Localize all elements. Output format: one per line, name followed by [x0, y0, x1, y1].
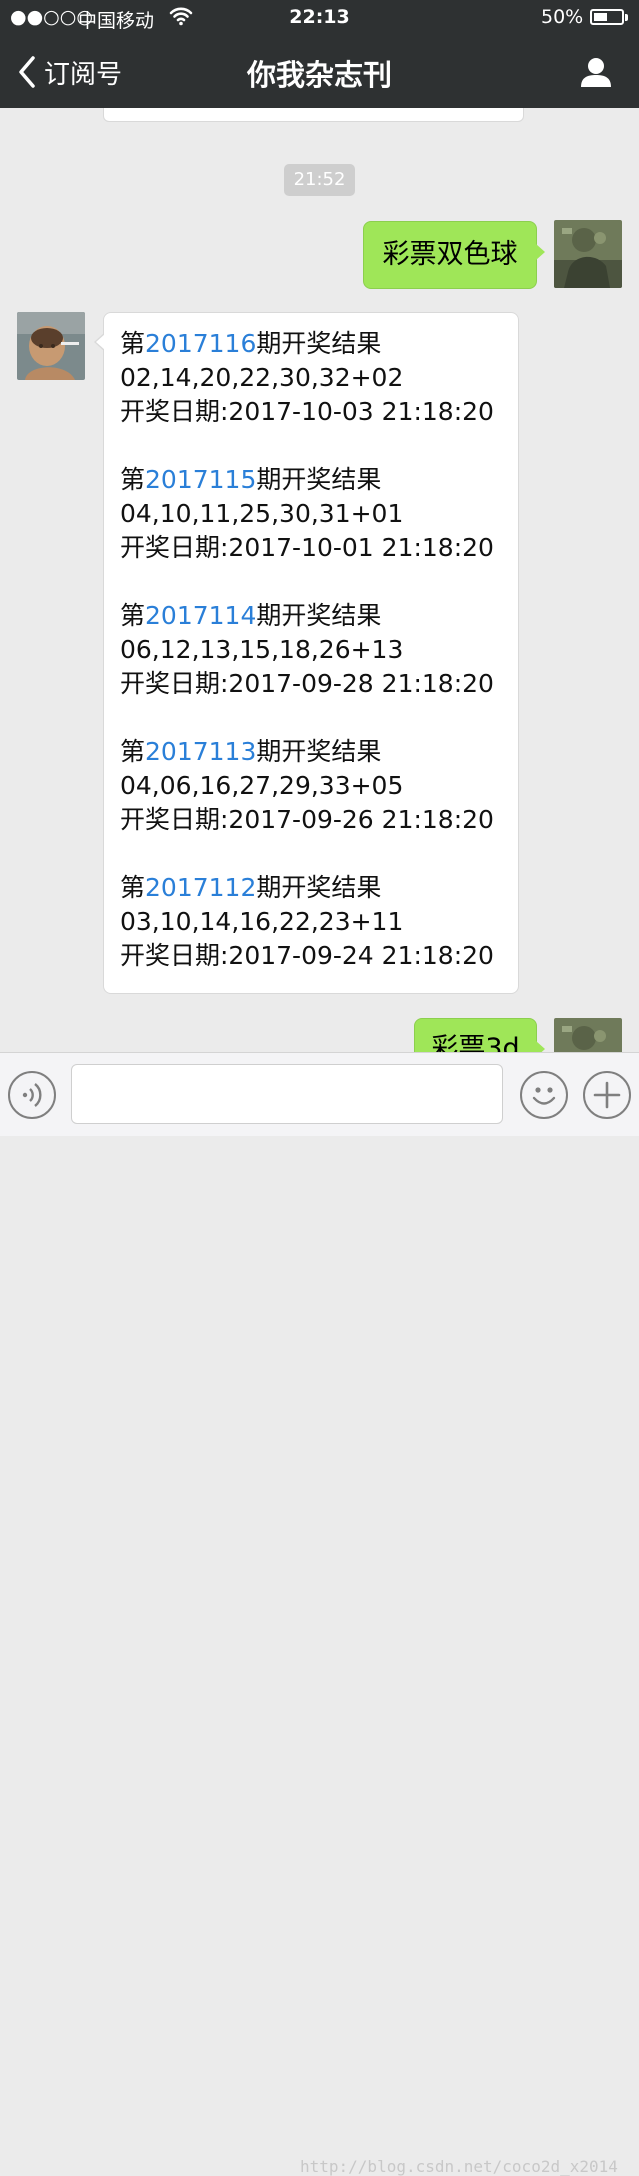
sent-message-bubble[interactable]: 彩票3d: [414, 1018, 545, 1052]
winning-numbers: 04,06,16,27,29,33+05: [120, 771, 404, 800]
watermark: http://blog.csdn.net/coco2d_x2014: [300, 2157, 618, 2176]
user-avatar[interactable]: [554, 220, 622, 288]
lottery-result: 第2017113期开奖结果 04,06,16,27,29,33+05 开奖日期:…: [120, 735, 502, 837]
result-prefix: 第: [120, 873, 146, 902]
draw-date: 开奖日期:2017-10-01 21:18:20: [120, 533, 494, 562]
result-prefix: 第: [120, 737, 146, 766]
more-button[interactable]: [583, 1071, 631, 1119]
lottery-result: 第2017116期开奖结果 02,14,20,22,30,32+02 开奖日期:…: [120, 327, 502, 429]
result-title: 第2017116期开奖结果: [120, 327, 502, 361]
battery-percent: 50%: [541, 6, 584, 28]
status-bar: ●●○○○ 中国移动 22:13 50%: [0, 0, 639, 36]
winning-numbers: 02,14,20,22,30,32+02: [120, 363, 404, 392]
received-message-bubble[interactable]: 第2017116期开奖结果 02,14,20,22,30,32+02 开奖日期:…: [94, 312, 519, 994]
user-avatar[interactable]: [554, 1018, 622, 1052]
lottery-result: 第2017115期开奖结果 04,10,11,25,30,31+01 开奖日期:…: [120, 463, 502, 565]
sent-message-bubble[interactable]: 彩票双色球: [363, 221, 545, 289]
draw-date: 开奖日期:2017-09-24 21:18:20: [120, 941, 494, 970]
result-suffix: 期开奖结果: [256, 465, 382, 494]
result-suffix: 期开奖结果: [256, 329, 382, 358]
emoji-icon: [532, 1087, 556, 1105]
battery-fill: [594, 13, 607, 21]
result-title: 第2017113期开奖结果: [120, 735, 502, 769]
chat-area[interactable]: 21:52 彩票双色球 第2017116期开奖结果 02,14,20,22,30…: [0, 108, 639, 1052]
sent-message-text: 彩票3d: [431, 1033, 520, 1052]
issue-number-link[interactable]: 2017113: [145, 737, 256, 766]
message-timestamp: 21:52: [284, 164, 355, 196]
sent-message-text: 彩票双色球: [382, 239, 518, 270]
issue-number-link[interactable]: 2017115: [145, 465, 256, 494]
user-avatar-image: [554, 1018, 622, 1052]
result-title: 第2017114期开奖结果: [120, 599, 502, 633]
draw-date: 开奖日期:2017-09-26 21:18:20: [120, 805, 494, 834]
result-prefix: 第: [120, 601, 146, 630]
issue-number-link[interactable]: 2017114: [145, 601, 256, 630]
voice-icon: [22, 1083, 42, 1107]
top-bar: ●●○○○ 中国移动 22:13 50% 订阅号 你我杂志刊: [0, 0, 639, 108]
emoji-button[interactable]: [520, 1071, 568, 1119]
bot-avatar-image: [17, 312, 85, 380]
plus-icon: [593, 1081, 621, 1109]
battery-tip: [625, 14, 628, 21]
issue-number-link[interactable]: 2017116: [145, 329, 256, 358]
result-title: 第2017112期开奖结果: [120, 871, 502, 905]
result-prefix: 第: [120, 329, 146, 358]
issue-number-link[interactable]: 2017112: [145, 873, 256, 902]
page-title: 你我杂志刊: [246, 58, 392, 92]
battery-icon: [590, 9, 624, 25]
lottery-result: 第2017112期开奖结果 03,10,14,16,22,23+11 开奖日期:…: [120, 871, 502, 973]
winning-numbers: 03,10,14,16,22,23+11: [120, 907, 404, 936]
result-prefix: 第: [120, 465, 146, 494]
user-avatar-image: [554, 220, 622, 288]
previous-message-card[interactable]: [103, 108, 524, 122]
winning-numbers: 04,10,11,25,30,31+01: [120, 499, 404, 528]
winning-numbers: 06,12,13,15,18,26+13: [120, 635, 404, 664]
draw-date: 开奖日期:2017-09-28 21:18:20: [120, 669, 494, 698]
voice-button[interactable]: [8, 1071, 56, 1119]
result-suffix: 期开奖结果: [256, 737, 382, 766]
bot-avatar[interactable]: [17, 312, 85, 380]
result-suffix: 期开奖结果: [256, 873, 382, 902]
result-title: 第2017115期开奖结果: [120, 463, 502, 497]
draw-date: 开奖日期:2017-10-03 21:18:20: [120, 397, 494, 426]
input-bar: http://blog.csdn.net/coco2d_x2014: [0, 1052, 639, 2176]
message-input[interactable]: [71, 1064, 503, 1124]
profile-icon[interactable]: [578, 54, 614, 90]
result-suffix: 期开奖结果: [256, 601, 382, 630]
lottery-result: 第2017114期开奖结果 06,12,13,15,18,26+13 开奖日期:…: [120, 599, 502, 701]
